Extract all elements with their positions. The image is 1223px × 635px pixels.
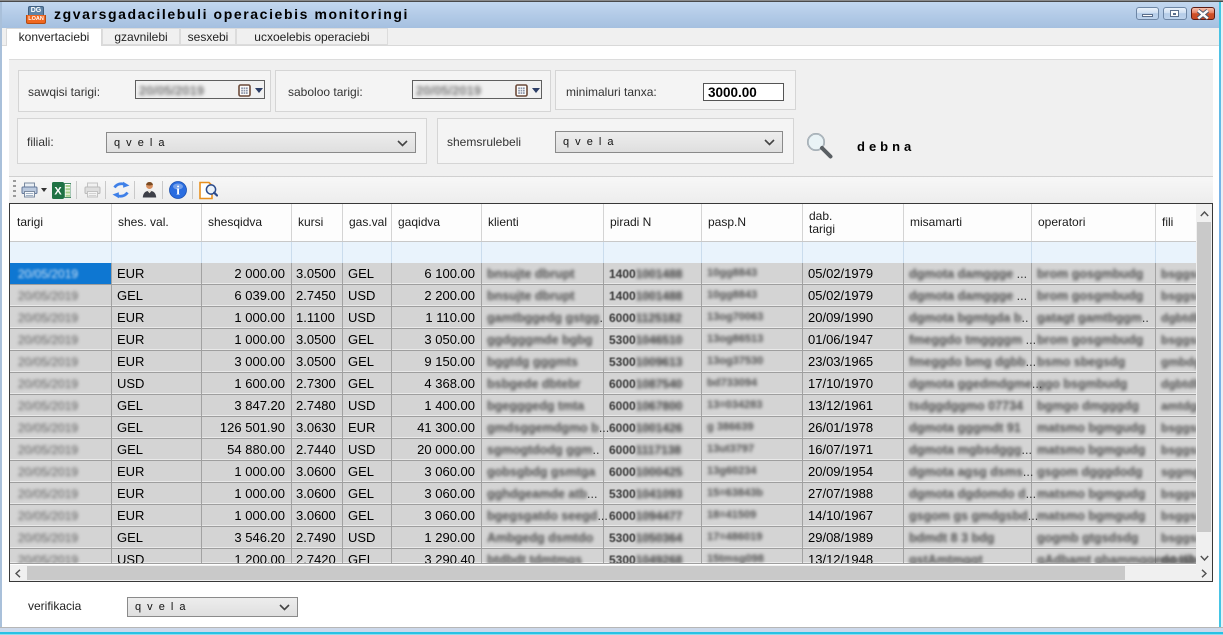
svg-text:i: i bbox=[176, 183, 180, 198]
svg-text:X: X bbox=[54, 186, 62, 198]
